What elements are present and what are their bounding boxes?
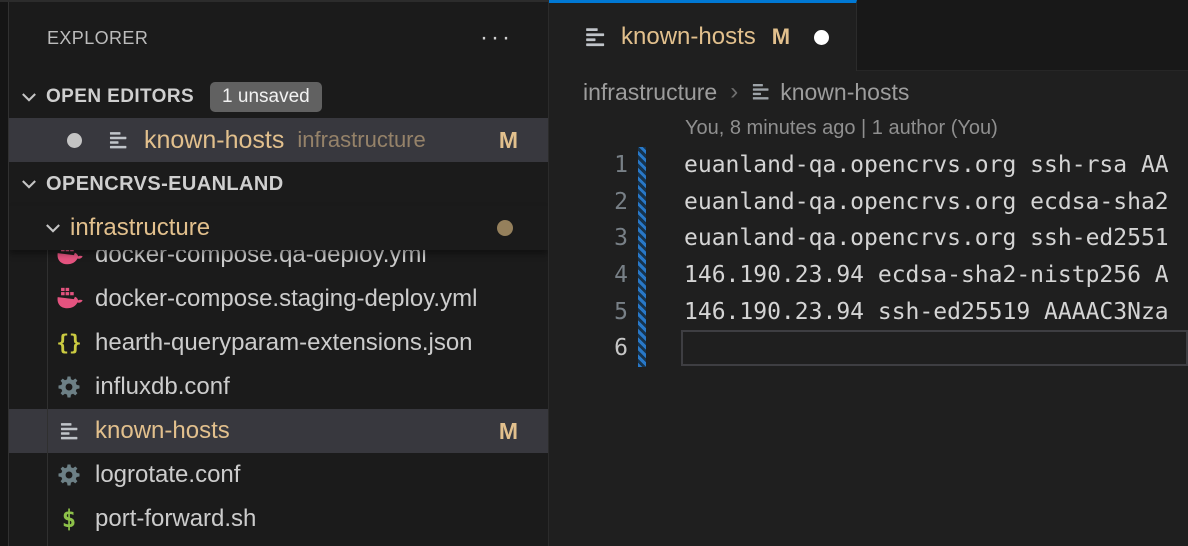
unsaved-dot-icon[interactable] (67, 133, 82, 148)
git-modified-badge: M (499, 127, 518, 154)
code-line[interactable]: 1 euanland-qa.opencrvs.org ssh-rsa AA (549, 147, 1188, 184)
docker-icon (55, 285, 83, 313)
code-line[interactable]: 5 146.190.23.94 ssh-ed25519 AAAAC3Nza (549, 293, 1188, 330)
tab-known-hosts[interactable]: known-hosts M (549, 0, 857, 71)
open-editors-label: OPEN EDITORS (46, 86, 194, 108)
file-row-known-hosts[interactable]: known-hosts M (9, 409, 548, 453)
code-line[interactable]: 2 euanland-qa.opencrvs.org ecdsa-sha2 (549, 184, 1188, 221)
window-top-border (0, 0, 548, 2)
tab-bar: known-hosts M (549, 0, 1188, 71)
unsaved-dot-icon[interactable] (814, 30, 829, 45)
more-actions-icon[interactable]: ··· (480, 33, 513, 43)
gear-icon (55, 461, 83, 489)
open-editor-file-path: infrastructure (297, 127, 425, 153)
breadcrumb-file[interactable]: known-hosts (780, 79, 909, 106)
line-text[interactable]: euanland-qa.opencrvs.org ecdsa-sha2 (628, 189, 1169, 215)
editor-group: known-hosts M infrastructure › known-hos… (549, 0, 1188, 546)
git-modified-badge: M (772, 24, 790, 50)
code-line[interactable]: 4 146.190.23.94 ecdsa-sha2-nistp256 A (549, 257, 1188, 294)
json-icon: {} (55, 329, 83, 357)
line-number[interactable]: 6 (549, 335, 628, 361)
file-name: port-forward.sh (95, 505, 256, 533)
unsaved-count-badge: 1 unsaved (210, 82, 322, 112)
code-line-current[interactable]: 6 (549, 330, 1188, 367)
chevron-down-icon (42, 217, 64, 239)
text-file-icon (55, 417, 83, 445)
file-name: influxdb.conf (95, 373, 230, 401)
tree-indent-guide (47, 250, 48, 546)
file-name: hearth-queryparam-extensions.json (95, 329, 473, 357)
workspace-section-header[interactable]: OPENCRVS-EUANLAND (9, 162, 548, 206)
workspace-label: OPENCRVS-EUANLAND (46, 173, 284, 196)
line-number[interactable]: 3 (549, 225, 628, 251)
line-text[interactable]: euanland-qa.opencrvs.org ssh-rsa AA (628, 152, 1169, 178)
chevron-down-icon (18, 86, 40, 108)
line-text[interactable]: 146.190.23.94 ssh-ed25519 AAAAC3Nza (628, 299, 1169, 325)
breadcrumb-separator-icon: › (730, 78, 738, 106)
explorer-sidebar: EXPLORER ··· OPEN EDITORS 1 unsaved know… (9, 0, 548, 546)
breadcrumb: infrastructure › known-hosts (549, 71, 909, 113)
open-editors-section-header[interactable]: OPEN EDITORS 1 unsaved (9, 76, 548, 118)
vscode-window: EXPLORER ··· OPEN EDITORS 1 unsaved know… (0, 0, 1188, 546)
file-name: logrotate.conf (95, 461, 240, 489)
line-number[interactable]: 2 (549, 189, 628, 215)
file-row-hearth-queryparam-extensions[interactable]: {} hearth-queryparam-extensions.json (9, 321, 548, 365)
file-row-docker-compose-staging-deploy[interactable]: docker-compose.staging-deploy.yml (9, 277, 548, 321)
explorer-title-bar: EXPLORER ··· (9, 0, 548, 76)
chevron-down-icon (18, 173, 40, 195)
shell-icon: $ (55, 505, 83, 533)
text-file-icon (581, 23, 609, 51)
git-blame-codelens[interactable]: You, 8 minutes ago | 1 author (You) (685, 117, 998, 140)
git-modified-badge: M (499, 418, 518, 445)
file-name: known-hosts (95, 417, 230, 445)
text-file-icon (751, 82, 771, 102)
open-editor-file-name: known-hosts (144, 126, 284, 155)
code-area[interactable]: 1 euanland-qa.opencrvs.org ssh-rsa AA 2 … (549, 147, 1188, 367)
folder-name: infrastructure (70, 214, 210, 242)
code-line[interactable]: 3 euanland-qa.opencrvs.org ssh-ed2551 (549, 220, 1188, 257)
line-number[interactable]: 4 (549, 262, 628, 288)
breadcrumb-folder[interactable]: infrastructure (583, 79, 717, 106)
file-row-logrotate-conf[interactable]: logrotate.conf (9, 453, 548, 497)
sidebar-editor-divider[interactable] (548, 0, 549, 546)
line-number[interactable]: 1 (549, 152, 628, 178)
file-row-influxdb-conf[interactable]: influxdb.conf (9, 365, 548, 409)
open-editor-item-known-hosts[interactable]: known-hosts infrastructure M (9, 118, 548, 162)
line-text[interactable]: euanland-qa.opencrvs.org ssh-ed2551 (628, 225, 1169, 251)
text-file-icon (104, 126, 132, 154)
folder-modified-dot-icon (497, 220, 513, 236)
tab-title: known-hosts (621, 23, 756, 51)
explorer-title: EXPLORER (47, 28, 148, 49)
file-name: docker-compose.staging-deploy.yml (95, 285, 477, 313)
folder-row-infrastructure[interactable]: infrastructure (9, 206, 548, 250)
line-number[interactable]: 5 (549, 299, 628, 325)
file-row-port-forward-sh[interactable]: $ port-forward.sh (9, 497, 548, 541)
window-left-edge (0, 0, 9, 546)
gear-icon (55, 373, 83, 401)
line-text[interactable]: 146.190.23.94 ecdsa-sha2-nistp256 A (628, 262, 1169, 288)
